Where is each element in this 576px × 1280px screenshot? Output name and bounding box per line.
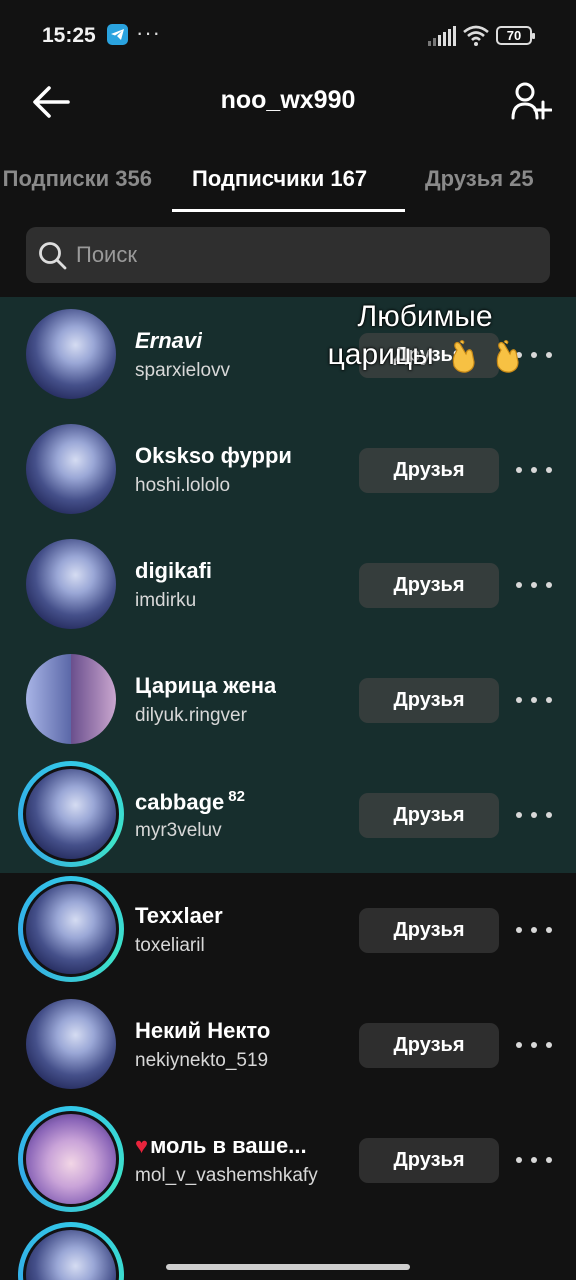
- display-name: Ernavi: [135, 328, 203, 353]
- friends-button[interactable]: Друзья: [359, 678, 499, 723]
- username: mol_v_vashemshkafy: [135, 1165, 318, 1186]
- finger-heart-emoji-icon: [497, 340, 519, 373]
- friends-button[interactable]: Друзья: [359, 793, 499, 838]
- search-icon: [39, 242, 67, 270]
- add-user-icon[interactable]: [510, 80, 552, 122]
- wifi-icon: [463, 25, 489, 46]
- avatar-story-ring[interactable]: [18, 1222, 124, 1280]
- follower-row[interactable]: digikafi imdirku Друзья: [0, 527, 576, 642]
- display-name: Царица жена: [135, 673, 277, 698]
- search-input[interactable]: [76, 227, 536, 283]
- follower-row[interactable]: Царица жена dilyuk.ringver Друзья: [0, 642, 576, 757]
- more-horizontal-icon[interactable]: [516, 460, 552, 480]
- avatar-story-ring[interactable]: [18, 876, 124, 982]
- avatar[interactable]: [26, 539, 116, 629]
- search-bar[interactable]: [26, 227, 550, 283]
- page-title: noo_wx990: [220, 86, 356, 114]
- status-time: 15:25: [42, 24, 96, 47]
- more-horizontal-icon[interactable]: [516, 1150, 552, 1170]
- tab-following[interactable]: Подписки 356: [3, 166, 152, 192]
- name-superscript: 82: [228, 788, 245, 805]
- battery-icon: 70: [496, 26, 535, 45]
- heart-icon: ♥: [135, 1133, 149, 1158]
- tab-followers[interactable]: Подписчики 167: [192, 166, 367, 192]
- username: imdirku: [135, 590, 197, 611]
- username: myr3veluv: [135, 820, 222, 841]
- avatar-story-ring[interactable]: [18, 1106, 124, 1212]
- more-horizontal-icon[interactable]: [516, 690, 552, 710]
- avatar[interactable]: [26, 654, 116, 744]
- more-horizontal-icon[interactable]: [516, 920, 552, 940]
- avatar[interactable]: [26, 424, 116, 514]
- home-indicator[interactable]: [166, 1264, 410, 1270]
- follower-row[interactable]: Некий Некто nekiynekto_519 Друзья: [0, 987, 576, 1102]
- username: sparxielovv: [135, 360, 231, 381]
- follower-row[interactable]: Okskso фурри hoshi.lololo Друзья: [0, 412, 576, 527]
- username: toxeliaril: [135, 935, 205, 956]
- display-name: Okskso фурри: [135, 443, 292, 468]
- follower-row[interactable]: Texxlaer toxeliaril Друзья: [0, 872, 576, 987]
- status-more-icon: ···: [136, 20, 161, 45]
- username: dilyuk.ringver: [135, 705, 247, 726]
- display-name: Texxlaer: [135, 903, 223, 928]
- finger-heart-emoji-icon: [452, 340, 475, 373]
- friends-button[interactable]: Друзья: [359, 1023, 499, 1068]
- username: nekiynekto_519: [135, 1050, 269, 1071]
- display-name: cabbage 82: [135, 788, 245, 815]
- friends-button[interactable]: Друзья: [359, 1138, 499, 1183]
- follower-row[interactable]: ♥моль в ваше... mol_v_vashemshkafy Друзь…: [0, 1102, 576, 1217]
- more-horizontal-icon[interactable]: [516, 1035, 552, 1055]
- avatar[interactable]: [26, 309, 116, 399]
- friends-button[interactable]: Друзья: [359, 563, 499, 608]
- signal-icon: [428, 26, 456, 46]
- more-horizontal-icon[interactable]: [516, 805, 552, 825]
- caption-overlay: Любимые царицы: [300, 298, 550, 374]
- display-name: ♥моль в ваше...: [135, 1133, 307, 1158]
- friends-button[interactable]: Друзья: [359, 908, 499, 953]
- friends-button[interactable]: Друзья: [359, 448, 499, 493]
- display-name: Некий Некто: [135, 1018, 271, 1043]
- caption-line-2: царицы: [327, 338, 434, 371]
- display-name: digikafi: [135, 558, 213, 583]
- status-bar: 15:25 ··· 70: [0, 0, 576, 72]
- avatar[interactable]: [26, 999, 116, 1089]
- telegram-icon: [107, 24, 128, 45]
- avatar-story-ring[interactable]: [18, 761, 124, 867]
- username: hoshi.lololo: [135, 475, 231, 496]
- follower-row[interactable]: cabbage 82 myr3veluv Друзья: [0, 757, 576, 872]
- active-tab-indicator: [172, 209, 405, 212]
- tab-bar: Подписки 356 Подписчики 167 Друзья 25: [0, 162, 576, 212]
- caption-line-1: Любимые: [357, 300, 493, 333]
- more-horizontal-icon[interactable]: [516, 575, 552, 595]
- tab-friends[interactable]: Друзья 25: [425, 166, 534, 192]
